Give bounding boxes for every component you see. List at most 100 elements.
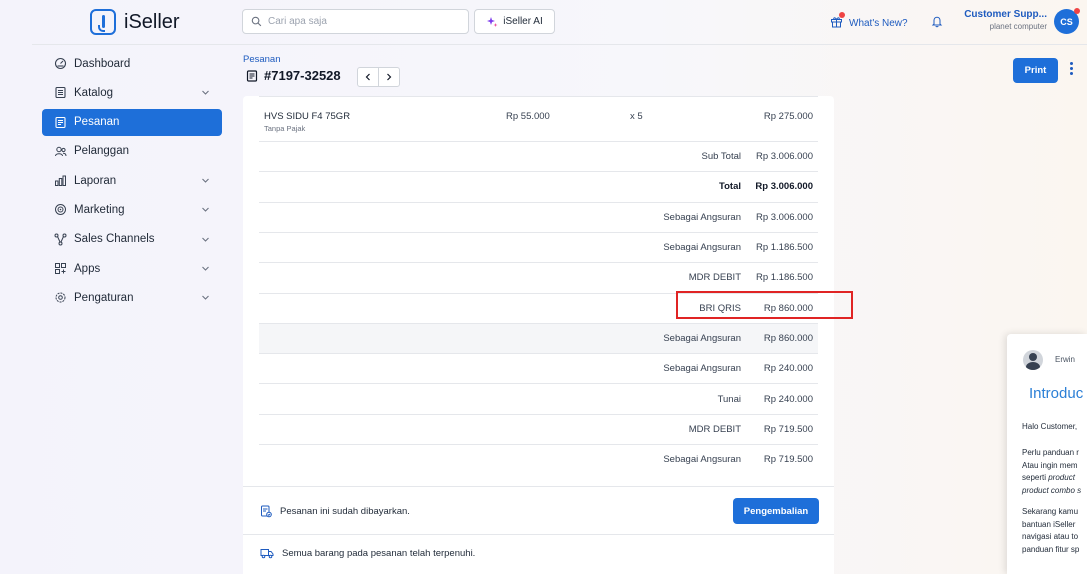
- sidebar-item-pelanggan[interactable]: Pelanggan: [42, 138, 222, 165]
- sidebar-item-laporan[interactable]: Laporan: [42, 167, 222, 194]
- summary-value: Rp 719.500: [763, 423, 813, 435]
- catalog-icon: [54, 86, 67, 99]
- channels-icon: [54, 233, 67, 246]
- chat-title: Introduc: [1029, 385, 1084, 402]
- summary-value: Rp 860.000: [763, 332, 813, 344]
- chevron-right-icon: [387, 73, 392, 81]
- summary-value: Rp 719.500: [763, 454, 813, 466]
- page-title: #7197-32528: [246, 68, 341, 83]
- chat-line: seperti product: [1022, 472, 1075, 485]
- summary-row-total: Total Rp 3.006.000: [259, 171, 818, 201]
- chevron-down-icon: [202, 266, 209, 271]
- notification-dot: [839, 12, 845, 18]
- truck-icon: [260, 549, 274, 559]
- gear-icon: [54, 291, 67, 304]
- avatar-notification-dot: [1074, 8, 1080, 14]
- sidebar-item-label: Laporan: [74, 174, 117, 187]
- summary-row-payment: Tunai Rp 240.000: [259, 383, 818, 413]
- sidebar-item-label: Pelanggan: [74, 145, 129, 158]
- brand-name: iSeller: [124, 10, 180, 33]
- previous-order-button[interactable]: [357, 67, 379, 87]
- target-icon: [54, 203, 67, 216]
- fulfillment-status-text: Semua barang pada pesanan telah terpenuh…: [282, 548, 476, 559]
- header-divider: [32, 44, 1087, 45]
- order-detail-card: HVS SIDU F4 75GR Tanpa Pajak Rp 55.000 x…: [243, 96, 834, 574]
- chat-sender: Erwin: [1055, 355, 1076, 364]
- section-divider: [243, 534, 834, 535]
- sidebar-item-label: Sales Channels: [74, 233, 155, 246]
- next-order-button[interactable]: [378, 67, 400, 87]
- chevron-down-icon: [202, 90, 209, 96]
- iseller-ai-button[interactable]: iSeller AI: [474, 9, 555, 34]
- refund-button[interactable]: Pengembalian: [733, 498, 819, 524]
- order-number: #7197-32528: [264, 68, 341, 83]
- chevron-down-icon: [202, 237, 209, 242]
- sidebar-item-katalog[interactable]: Katalog: [42, 79, 222, 106]
- sidebar-item-dashboard[interactable]: Dashboard: [42, 50, 222, 77]
- user-menu[interactable]: Customer Supp... planet computer: [940, 9, 1047, 31]
- brand-logo[interactable]: iSeller: [90, 9, 180, 35]
- breadcrumb[interactable]: Pesanan: [243, 54, 281, 65]
- payment-status-text: Pesanan ini sudah dibayarkan.: [280, 506, 410, 517]
- summary-label: Sebagai Angsuran: [663, 454, 741, 466]
- chevron-down-icon: [202, 295, 209, 301]
- reports-icon: [54, 174, 67, 187]
- orders-icon: [54, 116, 67, 129]
- sidebar-item-marketing[interactable]: Marketing: [42, 196, 222, 223]
- summary-row-payment: Sebagai Angsuran Rp 3.006.000: [259, 201, 818, 232]
- summary-label: MDR DEBIT: [688, 272, 741, 284]
- product-tax: Tanpa Pajak: [264, 124, 306, 133]
- chevron-down-icon: [202, 178, 209, 183]
- summary-row-payment: MDR DEBIT Rp 719.500: [259, 413, 818, 444]
- summary-label: Tunai: [717, 393, 741, 405]
- order-pager: [357, 67, 400, 87]
- chat-greeting: Halo Customer,: [1022, 422, 1078, 431]
- summary-row-payment: Sebagai Angsuran Rp 240.000: [259, 353, 818, 383]
- summary-row-subtotal: Sub Total Rp 3.006.000: [259, 141, 818, 171]
- chat-line-italic: product combo s: [1022, 485, 1082, 495]
- summary-label: Total: [719, 181, 741, 193]
- sidebar-item-label: Pengaturan: [74, 291, 134, 304]
- product-total: Rp 275.000: [763, 111, 813, 122]
- chevron-down-icon: [202, 208, 209, 213]
- chevron-left-icon: [365, 73, 370, 81]
- section-divider: [243, 486, 834, 487]
- more-options-icon[interactable]: [1070, 62, 1073, 75]
- sidebar-item-apps[interactable]: Apps: [42, 255, 222, 282]
- sidebar-item-label: Katalog: [74, 86, 114, 99]
- print-button[interactable]: Print: [1013, 58, 1058, 83]
- sidebar-item-sales-channels[interactable]: Sales Channels: [42, 226, 222, 253]
- chat-line: panduan fitur sp: [1022, 544, 1080, 554]
- dashboard-icon: [54, 57, 67, 70]
- sidebar-item-pesanan[interactable]: Pesanan: [42, 108, 222, 136]
- summary-row-payment: Sebagai Angsuran Rp 719.500: [259, 444, 818, 474]
- store-name: planet computer: [989, 22, 1047, 31]
- sidebar-item-label: Apps: [74, 262, 101, 275]
- user-name: Customer Supp...: [964, 9, 1047, 20]
- sidebar-item-label: Pesanan: [74, 116, 120, 129]
- sidebar: Dashboard Katalog Pesanan Pelanggan Lapo…: [42, 50, 222, 314]
- chat-line: navigasi atau to: [1022, 532, 1079, 541]
- product-name: HVS SIDU F4 75GR: [264, 111, 351, 122]
- receipt-icon: [246, 69, 258, 82]
- fulfillment-status: Semua barang pada pesanan telah terpenuh…: [260, 548, 475, 559]
- sidebar-item-label: Marketing: [74, 203, 125, 216]
- summary-label: Sebagai Angsuran: [663, 363, 741, 375]
- chat-line: Atau ingin mem: [1022, 460, 1078, 470]
- avatar[interactable]: CS: [1054, 8, 1080, 34]
- chat-popup[interactable]: Erwin Introduc Halo Customer, Perlu pand…: [1007, 334, 1087, 574]
- chat-line: product combo s: [1022, 485, 1081, 498]
- sparkle-icon: [487, 16, 498, 27]
- search-box[interactable]: [242, 9, 469, 34]
- search-input[interactable]: [268, 16, 458, 27]
- payment-status: Pesanan ini sudah dibayarkan.: [260, 505, 410, 518]
- iseller-logo-icon: [90, 9, 116, 35]
- summary-value: Rp 1.186.500: [755, 272, 813, 284]
- customers-icon: [54, 145, 67, 158]
- sidebar-item-pengaturan[interactable]: Pengaturan: [42, 284, 222, 311]
- search-icon: [251, 16, 262, 27]
- summary-label: Sebagai Angsuran: [663, 242, 741, 254]
- receipt-check-icon: [261, 505, 272, 518]
- summary-label: MDR DEBIT: [688, 423, 741, 435]
- whats-new-link[interactable]: What's New?: [830, 12, 908, 31]
